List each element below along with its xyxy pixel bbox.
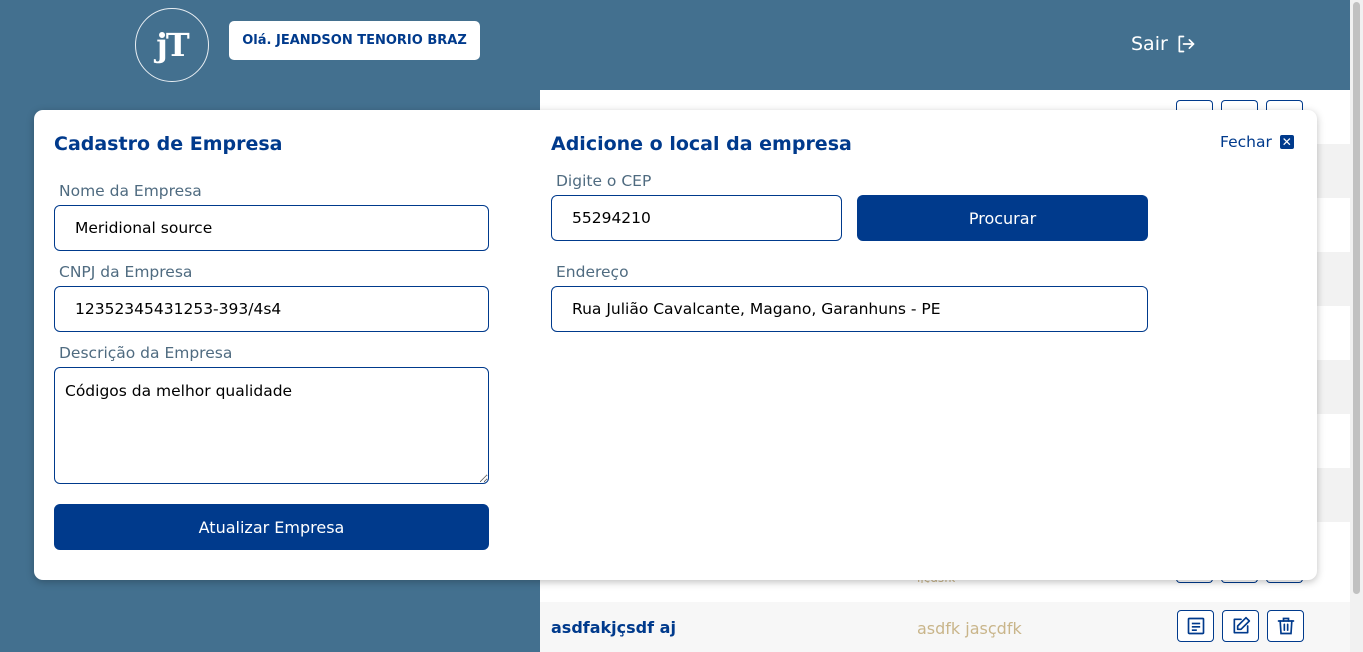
search-cep-button[interactable]: Procurar: [857, 195, 1148, 241]
document-icon: [1187, 617, 1204, 635]
edit-button[interactable]: [1222, 610, 1259, 642]
company-name-cell: asdfakjçsdf aj: [551, 618, 676, 637]
edit-icon: [1233, 616, 1250, 634]
company-modal: Cadastro de Empresa Adicione o local da …: [34, 110, 1317, 580]
description-textarea[interactable]: Códigos da melhor qualidade: [54, 367, 489, 484]
cnpj-label: CNPJ da Empresa: [59, 263, 193, 281]
delete-button[interactable]: [1267, 610, 1304, 642]
address-label: Endereço: [556, 263, 629, 281]
row-actions: [1177, 610, 1304, 642]
cnpj-input[interactable]: [54, 286, 489, 332]
description-label: Descrição da Empresa: [59, 344, 233, 362]
close-icon: ✕: [1279, 135, 1294, 149]
close-button[interactable]: Fechar ✕: [1220, 133, 1294, 151]
logo: jT: [135, 8, 209, 82]
trash-icon: [1277, 617, 1294, 635]
logout-icon: [1178, 35, 1195, 53]
logout-button[interactable]: Sair: [1131, 33, 1196, 55]
table-row: asdfakjçsdf aj asdfk jasçdfk: [540, 602, 1350, 652]
company-name-input[interactable]: [54, 205, 489, 251]
address-input[interactable]: [551, 286, 1148, 332]
cep-label: Digite o CEP: [556, 172, 652, 190]
user-greeting-badge: Olá. JEANDSON TENORIO BRAZ: [229, 21, 480, 60]
location-form-title: Adicione o local da empresa: [551, 133, 852, 155]
page-scrollbar[interactable]: [1350, 0, 1363, 652]
company-form-title: Cadastro de Empresa: [54, 133, 283, 155]
update-company-button[interactable]: Atualizar Empresa: [54, 504, 489, 550]
view-button[interactable]: [1177, 610, 1214, 642]
company-name-label: Nome da Empresa: [59, 182, 202, 200]
scrollbar-thumb[interactable]: [1353, 2, 1360, 594]
close-label: Fechar: [1220, 133, 1272, 151]
cep-input[interactable]: [551, 195, 842, 241]
logout-label: Sair: [1131, 33, 1168, 55]
company-description-cell: asdfk jasçdfk: [917, 619, 1022, 638]
